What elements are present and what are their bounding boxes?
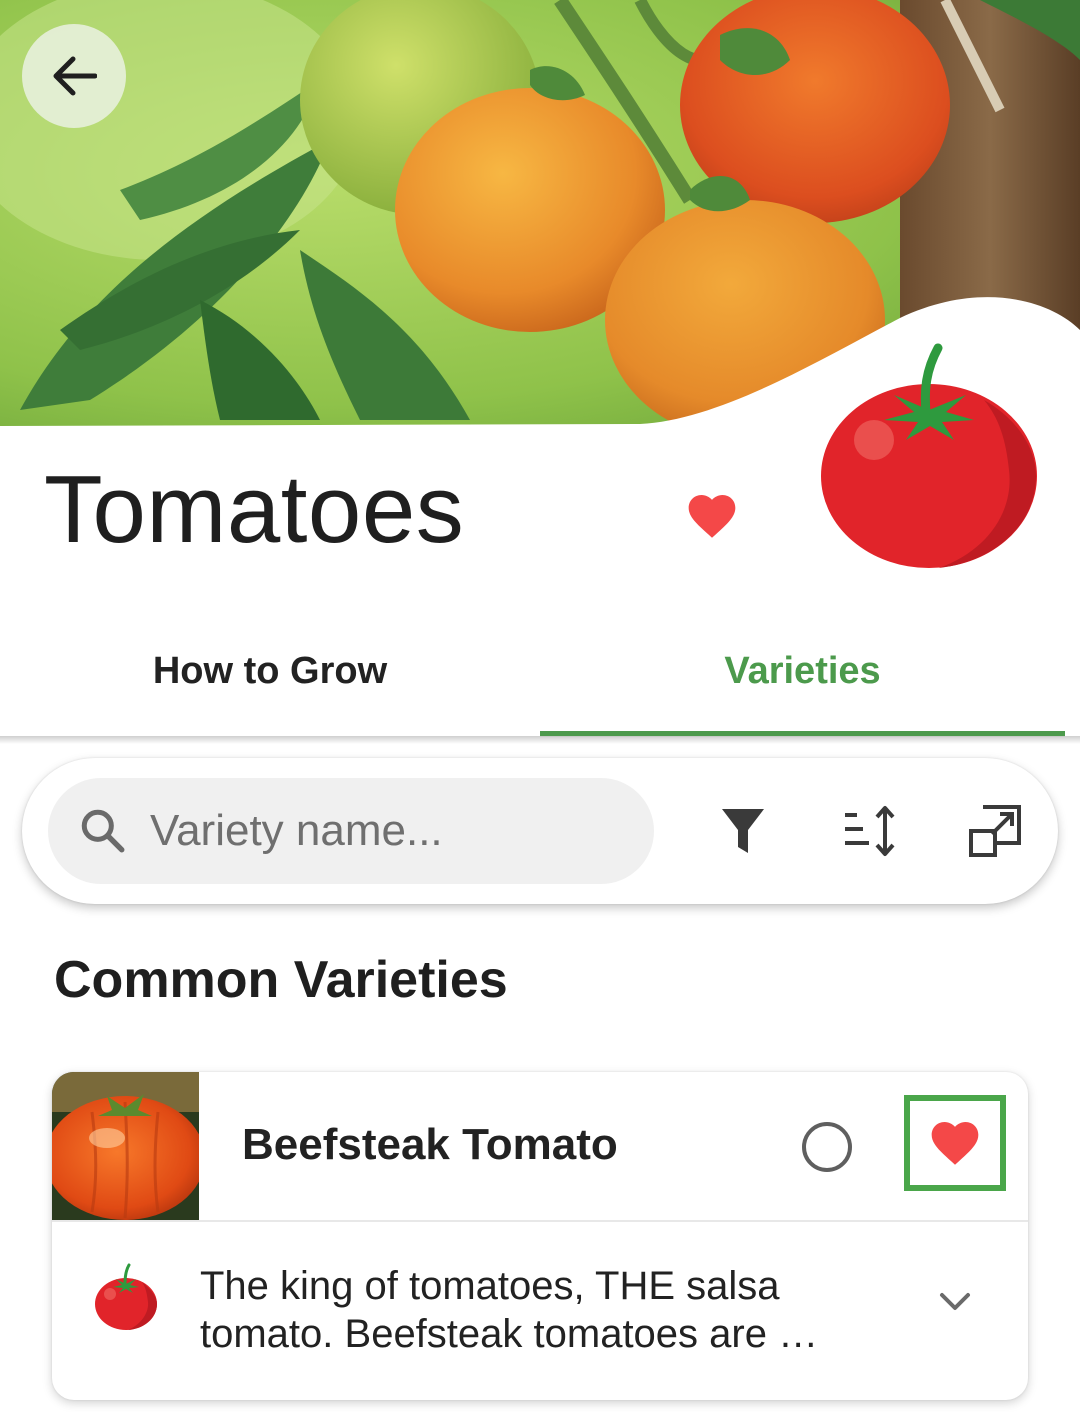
- expand-button[interactable]: [964, 800, 1026, 862]
- heart-icon: [931, 1122, 979, 1165]
- search-toolbar: [22, 758, 1058, 904]
- expand-icon: [969, 805, 1021, 857]
- arrow-left-icon: [53, 56, 97, 96]
- variety-description: The king of tomatoes, THE salsa tomato. …: [200, 1264, 819, 1356]
- back-button[interactable]: [22, 24, 126, 128]
- tomato-icon: [814, 340, 1044, 576]
- filter-icon: [722, 809, 764, 853]
- chevron-down-icon[interactable]: [932, 1278, 978, 1324]
- variety-name: Beefsteak Tomato: [242, 1120, 618, 1169]
- search-field[interactable]: [48, 778, 654, 884]
- tab-bar-shadow: [0, 736, 1080, 744]
- hero-header: Tomatoes: [0, 0, 1080, 600]
- variety-card[interactable]: Beefsteak Tomato The king of tomatoes, T…: [52, 1072, 1028, 1400]
- page-title: Tomatoes: [44, 456, 465, 563]
- sort-icon: [845, 806, 895, 856]
- search-input[interactable]: [150, 806, 610, 856]
- favorite-variety-button[interactable]: [904, 1095, 1006, 1191]
- tab-how-to-grow[interactable]: How to Grow: [0, 610, 540, 732]
- section-title: Common Varieties: [54, 951, 508, 1009]
- favorite-crop-button[interactable]: [684, 488, 740, 544]
- tab-bar: How to Grow Varieties: [0, 610, 1080, 737]
- select-variety-toggle[interactable]: [802, 1122, 852, 1172]
- filter-button[interactable]: [712, 800, 774, 862]
- sort-button[interactable]: [838, 800, 900, 862]
- variety-thumbnail: [52, 1072, 205, 1220]
- search-icon: [81, 809, 125, 853]
- tomato-icon: [92, 1262, 160, 1332]
- tab-varieties[interactable]: Varieties: [540, 610, 1065, 732]
- heart-icon: [688, 495, 736, 538]
- card-divider: [52, 1220, 1028, 1222]
